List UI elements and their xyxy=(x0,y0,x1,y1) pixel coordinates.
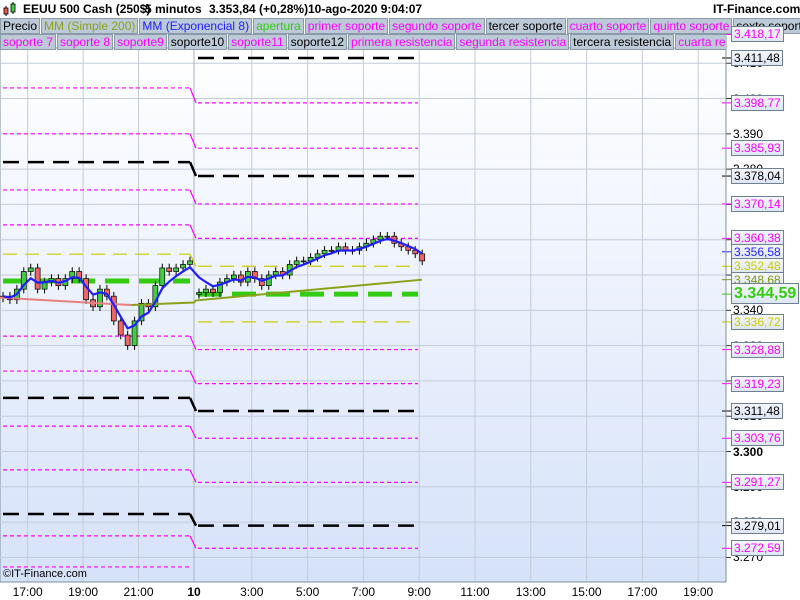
candle-body xyxy=(159,267,166,286)
legend-item[interactable]: primer soporte xyxy=(304,18,389,34)
candle-body xyxy=(328,249,335,252)
legend-item[interactable]: segunda resistencia xyxy=(456,34,570,50)
timeframe: 5 minutos xyxy=(145,2,202,16)
legend-item[interactable]: MM (Exponencial 8) xyxy=(139,18,253,34)
candle-body xyxy=(377,235,384,241)
legend-item[interactable]: soporte9 xyxy=(114,34,167,50)
legend-item[interactable]: soporte 7 xyxy=(0,34,57,50)
legend-item[interactable]: cuarto soporte xyxy=(566,18,650,34)
candle-body xyxy=(293,260,300,265)
price-value-label: 3.311,48 xyxy=(731,403,783,419)
legend-item[interactable]: Precio xyxy=(0,18,41,34)
price-value-label: 3.272,59 xyxy=(731,540,784,557)
legend-row-2: soporte 7 soporte 8 soporte9 soporte10 sopor… xyxy=(0,34,726,50)
price-tick-label: 3.300 xyxy=(733,444,764,459)
candle-body xyxy=(166,267,173,272)
legend-item[interactable]: cuarta resistencia xyxy=(675,34,726,50)
candle-body xyxy=(300,260,307,263)
price-value-label: 3.344,59 xyxy=(731,283,800,305)
candle-body xyxy=(384,235,391,238)
candle-body xyxy=(419,253,426,262)
legend-item[interactable]: MM (Simple 200) xyxy=(41,18,139,34)
time-tick-label: 19:00 xyxy=(68,585,99,599)
legend-item[interactable]: quinto soporte xyxy=(650,18,733,34)
candlestick-chart-icon xyxy=(3,2,16,16)
legend-item[interactable]: soporte10 xyxy=(167,34,228,50)
candle-body xyxy=(34,267,41,290)
candle-body xyxy=(210,288,216,294)
candle-body xyxy=(27,267,34,272)
price-value-label: 3.279,01 xyxy=(731,517,784,534)
candle-body xyxy=(124,334,131,346)
candle-body xyxy=(272,271,279,276)
brand: IT-Finance.com xyxy=(713,2,800,16)
legend-item[interactable]: segundo soporte xyxy=(389,18,485,34)
price-value-label: 3.411,48 xyxy=(731,50,783,66)
time-tick-label: 5:00 xyxy=(295,585,320,599)
time-tick-label: 9:00 xyxy=(407,585,431,599)
price-value-label: 3.418,17 xyxy=(731,26,784,43)
candle-body xyxy=(180,264,186,269)
price-value-label: 3.328,88 xyxy=(731,341,784,358)
candle-body xyxy=(321,249,328,255)
legend-item[interactable]: soporte11 xyxy=(228,34,287,50)
time-tick-label: 17:00 xyxy=(627,585,658,599)
candle-body xyxy=(231,274,237,279)
copyright: ©IT-Finance.com xyxy=(3,568,87,580)
chart-header: EEUU 500 Cash (250$) 5 minutos 3.353,84 … xyxy=(0,0,800,18)
legend-item[interactable]: primera resistencia xyxy=(348,34,456,50)
legend-item[interactable]: soporte 8 xyxy=(57,34,114,50)
candle-body xyxy=(117,320,124,336)
price-value-label: 3.291,27 xyxy=(731,474,784,491)
datetime: 10-ago-2020 9:04:07 xyxy=(308,2,423,16)
legend-item[interactable]: tercer soporte xyxy=(485,18,566,34)
time-tick-label: 17:00 xyxy=(12,585,43,599)
time-tick-label: 3:00 xyxy=(240,585,264,599)
time-tick-label: 11:00 xyxy=(460,585,490,599)
time-tick-label: 21:00 xyxy=(123,585,154,599)
time-tick-label: 13:00 xyxy=(515,585,546,599)
legend-item[interactable]: tercera resistencia xyxy=(570,34,675,50)
instrument-title: EEUU 500 Cash (250$) xyxy=(23,2,151,16)
candle-body xyxy=(173,267,179,272)
price-value-label: 3.303,76 xyxy=(731,430,784,447)
candle-body xyxy=(187,260,193,265)
last-price: 3.353,84 (+0,28%) xyxy=(209,2,309,16)
price-value-label: 3.378,04 xyxy=(731,168,784,185)
price-tick-label: 3.390 xyxy=(733,126,764,141)
price-value-label: 3.398,77 xyxy=(731,94,784,111)
time-tick-label: 10 xyxy=(187,585,201,599)
candle-body xyxy=(196,292,202,295)
price-value-label: 3.336,72 xyxy=(731,313,784,330)
time-tick-label: 7:00 xyxy=(351,585,376,599)
legend-item[interactable]: soporte12 xyxy=(287,34,348,50)
price-value-label: 3.319,23 xyxy=(731,375,784,392)
time-tick-label: 19:00 xyxy=(683,585,714,599)
time-tick-label: 15:00 xyxy=(571,585,602,599)
price-value-label: 3.370,14 xyxy=(731,195,784,212)
price-value-label: 3.385,93 xyxy=(731,140,784,157)
legend-item[interactable]: apertura xyxy=(253,18,304,34)
legend-row-1: Precio MM (Simple 200) MM (Exponencial 8) a… xyxy=(0,18,800,34)
price-chart[interactable] xyxy=(0,0,800,600)
candle-body xyxy=(203,288,209,294)
